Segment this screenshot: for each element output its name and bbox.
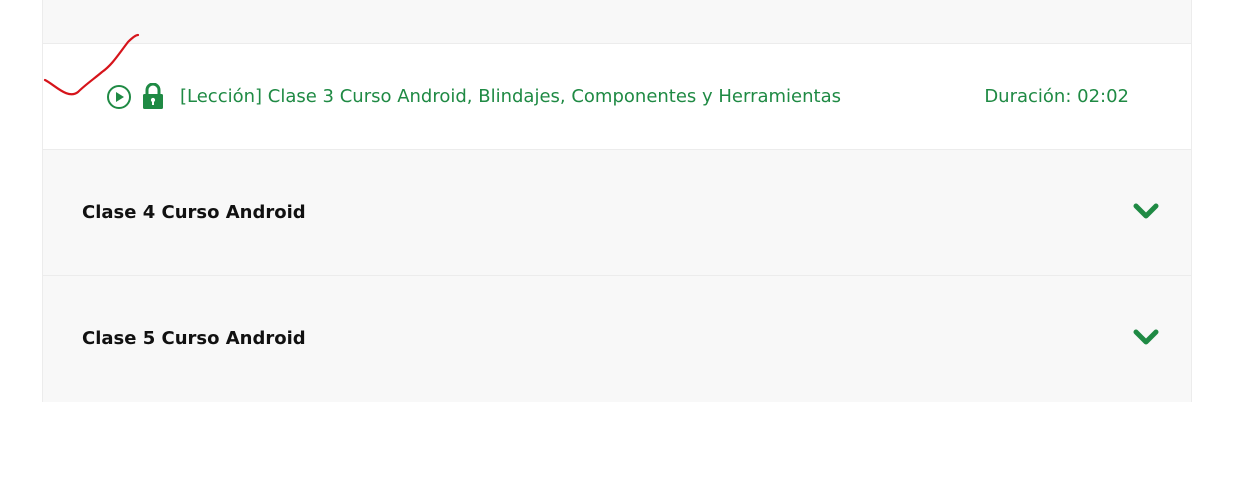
previous-section-bottom: [43, 0, 1191, 44]
section-clase-5[interactable]: Clase 5 Curso Android: [43, 276, 1191, 402]
section-title: Clase 4 Curso Android: [82, 202, 306, 223]
chevron-down-icon[interactable]: [1133, 329, 1159, 347]
lock-icon: [143, 83, 163, 109]
lesson-title-link[interactable]: [Lección] Clase 3 Curso Android, Blindaj…: [180, 84, 841, 110]
section-clase-4[interactable]: Clase 4 Curso Android: [43, 150, 1191, 276]
chevron-down-icon[interactable]: [1133, 203, 1159, 221]
page: [Lección] Clase 3 Curso Android, Blindaj…: [0, 0, 1250, 501]
course-curriculum: [Lección] Clase 3 Curso Android, Blindaj…: [42, 0, 1192, 402]
lesson-duration: Duración: 02:02: [984, 86, 1129, 107]
section-title: Clase 5 Curso Android: [82, 328, 306, 349]
play-circle-icon[interactable]: [106, 84, 132, 110]
lesson-row-clase-3[interactable]: [Lección] Clase 3 Curso Android, Blindaj…: [43, 44, 1191, 150]
